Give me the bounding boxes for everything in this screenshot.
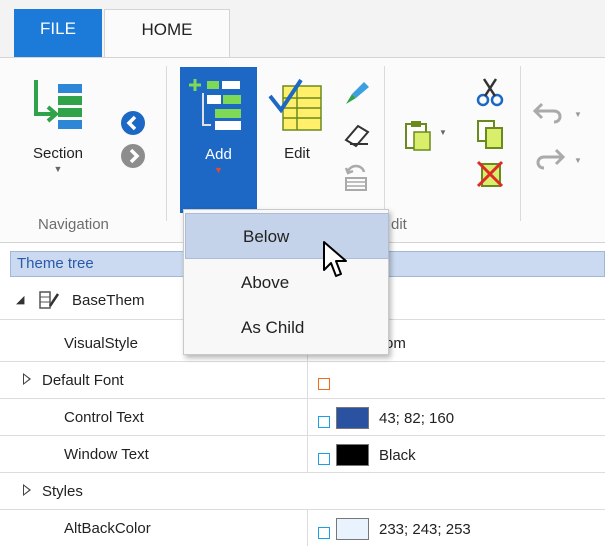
property-value: 43; 82; 160 — [318, 407, 454, 429]
search-placeholder: Theme tree — [17, 255, 94, 272]
section-icon — [28, 76, 88, 141]
property-row[interactable]: AltBackColor 233; 243; 253 — [0, 510, 605, 547]
highlighter-icon[interactable] — [342, 78, 372, 113]
tab-file[interactable]: FILE — [14, 9, 102, 58]
color-swatch[interactable] — [336, 444, 369, 466]
theme-node-icon — [38, 289, 60, 315]
forward-icon[interactable] — [120, 143, 146, 174]
property-name: Styles — [42, 483, 83, 500]
ribbon-tab-strip: FILE HOME — [0, 0, 605, 58]
paste-icon[interactable] — [402, 118, 436, 157]
edit-group-label: dit — [391, 216, 407, 233]
property-value: 233; 243; 253 — [318, 518, 471, 540]
redo-icon[interactable] — [532, 144, 568, 177]
expand-icon[interactable] — [23, 484, 31, 496]
mouse-pointer-icon — [322, 240, 350, 285]
property-row[interactable]: Control Text 43; 82; 160 — [0, 399, 605, 436]
property-indicator-icon — [318, 416, 330, 428]
eraser-icon[interactable] — [342, 122, 372, 153]
color-swatch[interactable] — [336, 518, 369, 540]
chevron-down-icon[interactable]: ▼ — [574, 156, 582, 165]
column-divider — [307, 510, 308, 546]
tab-home[interactable]: HOME — [104, 9, 230, 58]
undo-icon[interactable] — [532, 98, 568, 131]
property-row[interactable]: Default Font — [0, 362, 605, 399]
group-separator — [520, 66, 521, 221]
add-dropdown-menu: Below Above As Child — [183, 209, 389, 355]
property-row[interactable]: Styles — [0, 473, 605, 510]
column-divider — [307, 399, 308, 435]
property-value-text: Black — [379, 446, 416, 464]
section-button[interactable]: Section ▼ — [16, 76, 100, 196]
chevron-down-icon: ▼ — [53, 164, 63, 174]
property-name: AltBackColor — [64, 520, 151, 537]
add-button-label: Add — [205, 146, 232, 163]
property-name: VisualStyle — [64, 335, 138, 352]
color-swatch[interactable] — [336, 407, 369, 429]
property-name: Window Text — [64, 446, 149, 463]
column-divider — [307, 362, 308, 398]
edit-table-icon — [267, 76, 327, 141]
collapse-icon[interactable]: ◢ — [16, 293, 24, 306]
property-row[interactable]: Window Text Black — [0, 436, 605, 473]
property-value-text: 43; 82; 160 — [379, 409, 455, 427]
section-button-label: Section — [32, 145, 84, 162]
add-node-icon — [188, 77, 249, 142]
tree-root-label: BaseThem — [72, 292, 145, 309]
edit-button-label: Edit — [284, 145, 310, 162]
menu-item-below[interactable]: Below — [185, 213, 389, 259]
property-value: Black — [318, 444, 416, 466]
property-value — [318, 370, 336, 390]
property-indicator-icon — [318, 378, 330, 390]
menu-item-as-child[interactable]: As Child — [184, 305, 388, 351]
menu-item-above[interactable]: Above — [184, 260, 388, 306]
delete-icon[interactable] — [474, 158, 506, 195]
property-value-text: 233; 243; 253 — [379, 520, 471, 538]
expand-icon[interactable] — [23, 373, 31, 385]
chevron-down-icon[interactable]: ▼ — [439, 128, 447, 137]
add-button[interactable]: Add ▼ — [180, 67, 257, 213]
group-separator — [384, 66, 385, 221]
property-name: Control Text — [64, 409, 144, 426]
copy-icon[interactable] — [474, 118, 506, 155]
property-name: Default Font — [42, 372, 124, 389]
property-indicator-icon — [318, 453, 330, 465]
navigation-group-label: Navigation — [38, 216, 109, 233]
group-separator — [166, 66, 167, 221]
reset-icon[interactable] — [342, 162, 370, 197]
scissors-icon[interactable] — [474, 76, 506, 113]
chevron-down-icon[interactable]: ▼ — [574, 110, 582, 119]
edit-button[interactable]: Edit — [262, 76, 332, 186]
back-icon[interactable] — [120, 110, 146, 141]
chevron-down-icon: ▼ — [214, 165, 223, 175]
column-divider — [307, 436, 308, 472]
property-indicator-icon — [318, 527, 330, 539]
